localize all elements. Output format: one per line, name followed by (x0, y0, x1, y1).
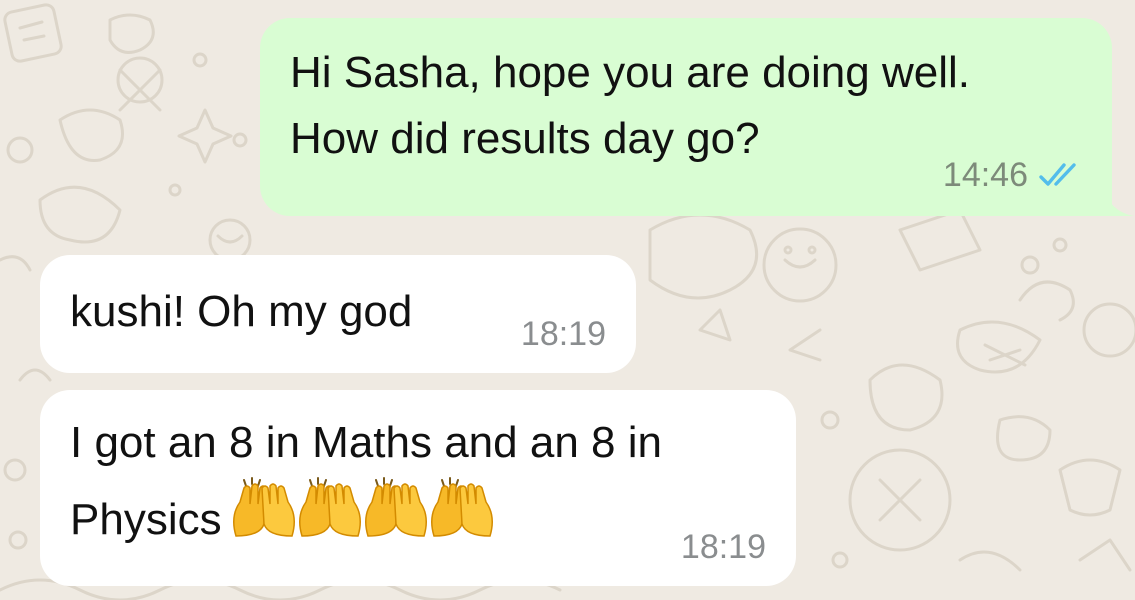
incoming-message-bubble[interactable]: I got an 8 in Maths and an 8 in Physics (40, 390, 796, 586)
raising-hands-emoji (430, 477, 493, 537)
raising-hands-emoji (232, 477, 295, 537)
message-line: I got an 8 in Maths and an 8 in (70, 418, 662, 467)
emoji-group (230, 476, 494, 540)
message-timestamp: 18:19 (520, 315, 606, 353)
bubble-tail (1096, 186, 1134, 216)
double-check-read-icon (1039, 163, 1076, 186)
message-timestamp: 14:46 (942, 156, 1028, 194)
message-line: Physics (70, 495, 222, 544)
incoming-message-bubble[interactable]: kushi! Oh my god 18:19 (40, 255, 636, 373)
raising-hands-emoji (364, 477, 427, 537)
outgoing-message-bubble[interactable]: Hi Sasha, hope you are doing well. How d… (260, 18, 1112, 216)
message-meta: 18:19 (681, 528, 766, 566)
message-meta: 18:19 (521, 315, 606, 353)
raising-hands-emoji (298, 477, 361, 537)
message-meta: 14:46 (943, 156, 1084, 194)
message-line: Hi Sasha, hope you are doing well. (290, 48, 970, 97)
message-line-with-emoji: Physics (70, 476, 766, 553)
message-timestamp: 18:19 (680, 528, 766, 566)
